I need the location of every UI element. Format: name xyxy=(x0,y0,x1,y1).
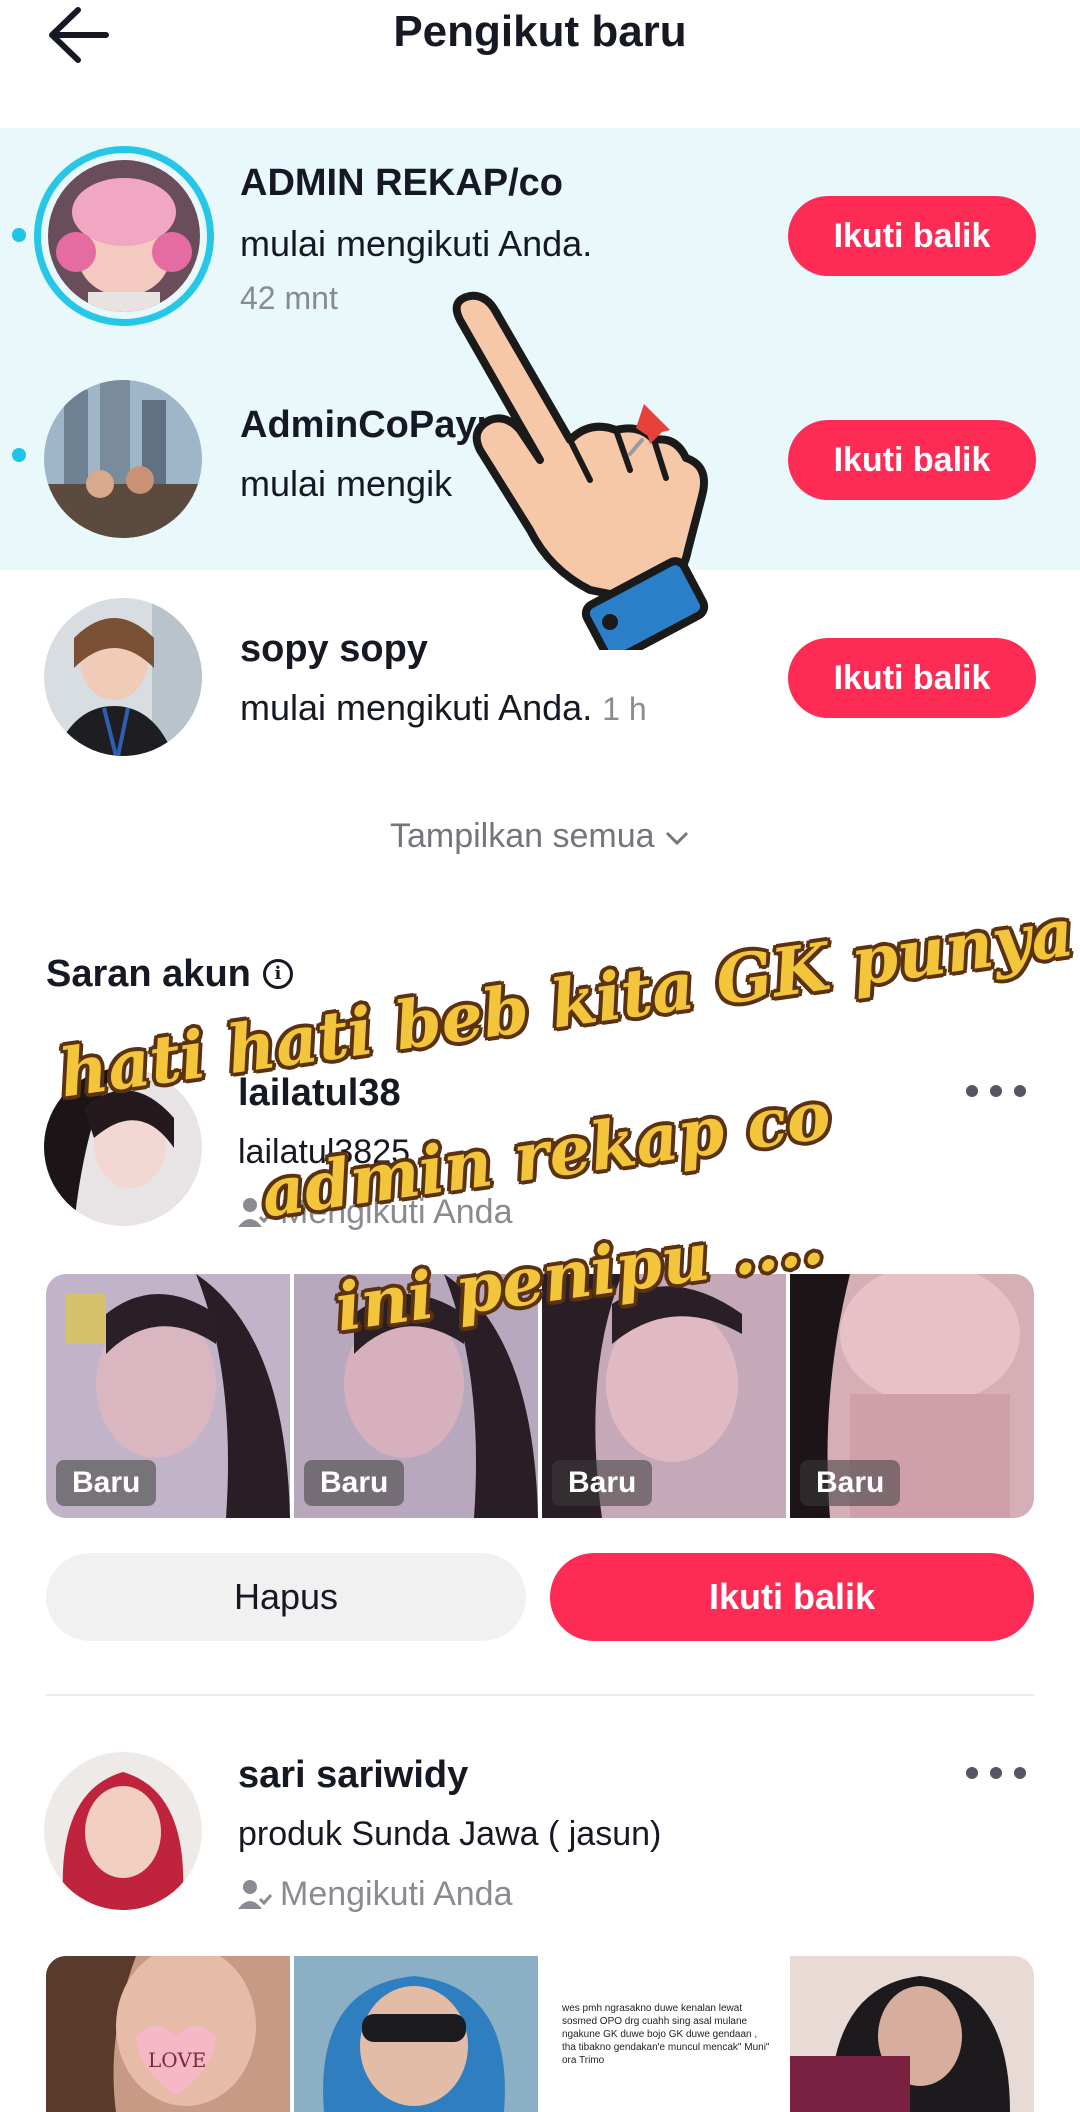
follower-action: mulai mengikuti Anda. xyxy=(240,223,593,264)
caption-line: hati hati beb kita GK punya xyxy=(54,893,1079,1113)
new-badge: Baru xyxy=(56,1460,157,1506)
video-thumbnail[interactable]: LOVE xyxy=(46,1956,290,2112)
follow-back-button[interactable]: Ikuti balik xyxy=(550,1553,1034,1641)
follower-name[interactable]: sopy sopy xyxy=(240,626,428,672)
header: Pengikut baru xyxy=(0,0,1080,120)
user-follow-icon xyxy=(238,1880,272,1909)
video-thumbnail[interactable]: Baru xyxy=(542,1274,786,1518)
video-thumbnail[interactable]: Baru xyxy=(46,1274,290,1518)
follower-action: mulai mengikuti Anda. 1 h xyxy=(240,687,647,728)
page-title: Pengikut baru xyxy=(393,7,687,56)
chevron-down-icon xyxy=(665,831,689,846)
video-thumbnail[interactable] xyxy=(790,1956,1034,2112)
follows-you-status: Mengikuti Anda xyxy=(238,1190,513,1234)
video-thumbnail[interactable] xyxy=(294,1956,538,2112)
section-title: Saran akun i xyxy=(46,950,293,998)
avatar[interactable] xyxy=(44,1752,202,1910)
pointing-hand-sticker xyxy=(452,291,709,650)
avatar[interactable] xyxy=(44,1068,202,1226)
suggestion-name[interactable]: lailatul38 xyxy=(238,1070,401,1116)
suggestion-username: lailatul3825 xyxy=(238,1133,411,1171)
new-badge: Baru xyxy=(552,1460,653,1506)
video-thumbnails: Baru Baru Baru Baru xyxy=(46,1274,1034,1518)
more-options-icon[interactable] xyxy=(966,1076,1026,1106)
info-icon[interactable]: i xyxy=(262,959,293,989)
divider xyxy=(46,1694,1034,1696)
new-badge: Baru xyxy=(304,1460,405,1506)
follower-time: 42 mnt xyxy=(240,280,338,316)
follows-you-status: Mengikuti Anda xyxy=(238,1872,513,1916)
pushpin-icon xyxy=(628,404,670,456)
more-options-icon[interactable] xyxy=(966,1758,1026,1788)
suggestion-bio: produk Sunda Jawa ( jasun) xyxy=(238,1815,662,1853)
follower-name[interactable]: ADMIN REKAP/co xyxy=(240,160,563,206)
new-badge: Baru xyxy=(800,1460,901,1506)
follow-back-button[interactable]: Ikuti balik xyxy=(788,196,1036,276)
remove-button[interactable]: Hapus xyxy=(46,1553,526,1641)
avatar[interactable] xyxy=(48,160,200,312)
follow-back-button[interactable]: Ikuti balik xyxy=(788,420,1036,500)
follower-time: 1 h xyxy=(602,691,647,727)
avatar[interactable] xyxy=(44,380,202,538)
video-thumbnail[interactable]: wes pmh ngrasakno duwe kenalan lewat sos… xyxy=(542,1956,786,2112)
video-thumbnail[interactable]: Baru xyxy=(294,1274,538,1518)
thumbnail-text: wes pmh ngrasakno duwe kenalan lewat sos… xyxy=(562,2003,770,2066)
video-thumbnails: LOVE wes pmh ngrasakno duwe kenalan lewa… xyxy=(46,1956,1034,2112)
follow-back-button[interactable]: Ikuti balik xyxy=(788,638,1036,718)
avatar[interactable] xyxy=(44,598,202,756)
unread-dot xyxy=(12,228,26,242)
video-thumbnail[interactable]: Baru xyxy=(790,1274,1034,1518)
user-follow-icon xyxy=(238,1198,272,1227)
love-sticker: LOVE xyxy=(148,2048,207,2072)
show-all-link[interactable]: Tampilkan semua xyxy=(0,814,1080,858)
suggestion-name[interactable]: sari sariwidy xyxy=(238,1752,468,1798)
unread-dot xyxy=(12,448,26,462)
